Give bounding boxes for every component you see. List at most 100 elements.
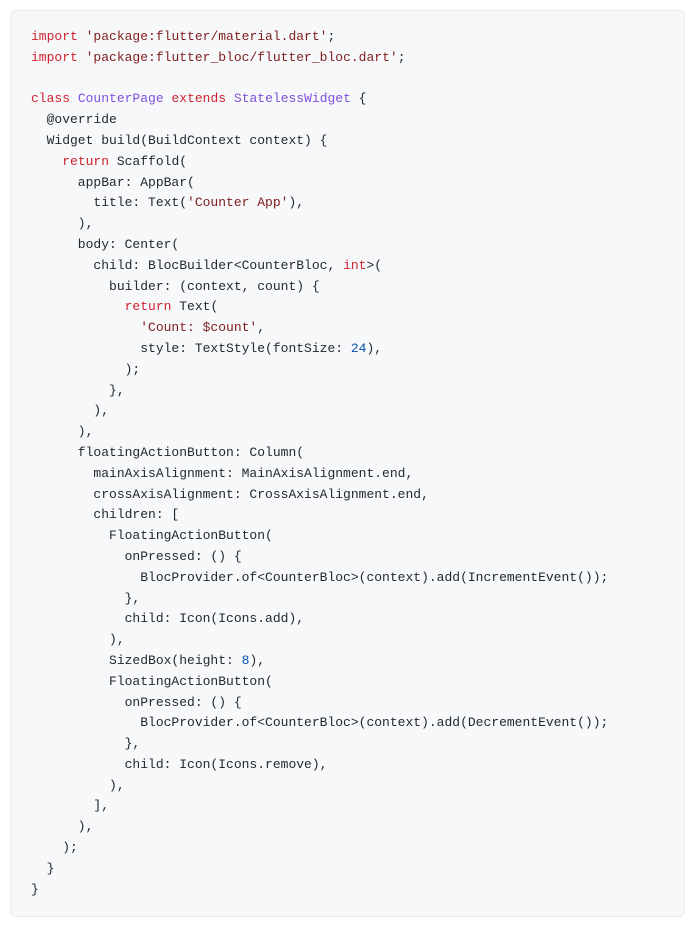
code-line: FloatingActionButton( bbox=[31, 526, 664, 547]
code-line: import 'package:flutter_bloc/flutter_blo… bbox=[31, 48, 664, 69]
code-line: ), bbox=[31, 630, 664, 651]
text: }, bbox=[31, 736, 140, 751]
code-line: } bbox=[31, 880, 664, 901]
code-line: class CounterPage extends StatelessWidge… bbox=[31, 89, 664, 110]
code-line: child: BlocBuilder<CounterBloc, int>( bbox=[31, 256, 664, 277]
text: ), bbox=[31, 632, 125, 647]
text: child: BlocBuilder<CounterBloc, bbox=[31, 258, 343, 273]
text: child: Icon(Icons.remove), bbox=[31, 757, 327, 772]
code-line: ), bbox=[31, 422, 664, 443]
text: onPressed: () { bbox=[31, 695, 242, 710]
text bbox=[31, 320, 140, 335]
code-line: child: Icon(Icons.add), bbox=[31, 609, 664, 630]
code-line: ), bbox=[31, 401, 664, 422]
code-block: import 'package:flutter/material.dart';i… bbox=[10, 10, 685, 917]
text: body: Center( bbox=[31, 237, 179, 252]
text: ); bbox=[31, 362, 140, 377]
code-line: appBar: AppBar( bbox=[31, 173, 664, 194]
code-line: style: TextStyle(fontSize: 24), bbox=[31, 339, 664, 360]
text: ), bbox=[31, 778, 125, 793]
text: floatingActionButton: Column( bbox=[31, 445, 304, 460]
code-line: floatingActionButton: Column( bbox=[31, 443, 664, 464]
text: { bbox=[351, 91, 367, 106]
text: } bbox=[31, 882, 39, 897]
text: } bbox=[31, 861, 54, 876]
code-line: }, bbox=[31, 734, 664, 755]
string: 'package:flutter/material.dart' bbox=[86, 29, 328, 44]
code-line: }, bbox=[31, 589, 664, 610]
code-line: BlocProvider.of<CounterBloc>(context).ad… bbox=[31, 568, 664, 589]
text: Text( bbox=[171, 299, 218, 314]
string: 'Counter App' bbox=[187, 195, 288, 210]
text bbox=[78, 50, 86, 65]
code-line: ), bbox=[31, 776, 664, 797]
text: BlocProvider.of<CounterBloc>(context).ad… bbox=[31, 715, 608, 730]
text: style: TextStyle(fontSize: bbox=[31, 341, 351, 356]
code-line: import 'package:flutter/material.dart'; bbox=[31, 27, 664, 48]
number: 24 bbox=[351, 341, 367, 356]
text: ), bbox=[31, 403, 109, 418]
text: , bbox=[257, 320, 265, 335]
code-line: crossAxisAlignment: CrossAxisAlignment.e… bbox=[31, 485, 664, 506]
text: Widget build(BuildContext context) { bbox=[31, 133, 327, 148]
text: ), bbox=[31, 216, 93, 231]
type: CounterPage bbox=[78, 91, 164, 106]
code-line: FloatingActionButton( bbox=[31, 672, 664, 693]
string: 'Count: $count' bbox=[140, 320, 257, 335]
keyword: return bbox=[125, 299, 172, 314]
keyword: class bbox=[31, 91, 70, 106]
text bbox=[78, 29, 86, 44]
text: title: Text( bbox=[31, 195, 187, 210]
code-line: ), bbox=[31, 817, 664, 838]
text: crossAxisAlignment: CrossAxisAlignment.e… bbox=[31, 487, 429, 502]
text: ; bbox=[327, 29, 335, 44]
text: ), bbox=[249, 653, 265, 668]
code-line: onPressed: () { bbox=[31, 547, 664, 568]
code-line: Widget build(BuildContext context) { bbox=[31, 131, 664, 152]
text: appBar: AppBar( bbox=[31, 175, 195, 190]
annotation: @override bbox=[47, 112, 117, 127]
text: Scaffold( bbox=[109, 154, 187, 169]
text: child: Icon(Icons.add), bbox=[31, 611, 304, 626]
code-line: onPressed: () { bbox=[31, 693, 664, 714]
keyword: int bbox=[343, 258, 366, 273]
keyword: return bbox=[62, 154, 109, 169]
text: onPressed: () { bbox=[31, 549, 242, 564]
keyword: import bbox=[31, 29, 78, 44]
code-line: ), bbox=[31, 214, 664, 235]
text: ; bbox=[398, 50, 406, 65]
string: 'package:flutter_bloc/flutter_bloc.dart' bbox=[86, 50, 398, 65]
text: ), bbox=[31, 424, 93, 439]
text bbox=[226, 91, 234, 106]
code-line: return Text( bbox=[31, 297, 664, 318]
text: ), bbox=[31, 819, 93, 834]
code-line: builder: (context, count) { bbox=[31, 277, 664, 298]
code-line: BlocProvider.of<CounterBloc>(context).ad… bbox=[31, 713, 664, 734]
code-line: mainAxisAlignment: MainAxisAlignment.end… bbox=[31, 464, 664, 485]
text: >( bbox=[366, 258, 382, 273]
text: }, bbox=[31, 591, 140, 606]
code-line: SizedBox(height: 8), bbox=[31, 651, 664, 672]
code-line: ); bbox=[31, 838, 664, 859]
code-line: @override bbox=[31, 110, 664, 131]
code-line: child: Icon(Icons.remove), bbox=[31, 755, 664, 776]
text: mainAxisAlignment: MainAxisAlignment.end… bbox=[31, 466, 413, 481]
code-line: title: Text('Counter App'), bbox=[31, 193, 664, 214]
text bbox=[31, 112, 47, 127]
text: builder: (context, count) { bbox=[31, 279, 320, 294]
text: ), bbox=[288, 195, 304, 210]
text: ], bbox=[31, 798, 109, 813]
text bbox=[31, 299, 125, 314]
text: }, bbox=[31, 383, 125, 398]
text: FloatingActionButton( bbox=[31, 528, 273, 543]
code-line: ); bbox=[31, 360, 664, 381]
code-line: } bbox=[31, 859, 664, 880]
code-line: 'Count: $count', bbox=[31, 318, 664, 339]
text: BlocProvider.of<CounterBloc>(context).ad… bbox=[31, 570, 608, 585]
text: children: [ bbox=[31, 507, 179, 522]
code-line: return Scaffold( bbox=[31, 152, 664, 173]
code-line: ], bbox=[31, 796, 664, 817]
text: SizedBox(height: bbox=[31, 653, 242, 668]
text: FloatingActionButton( bbox=[31, 674, 273, 689]
code-line: }, bbox=[31, 381, 664, 402]
